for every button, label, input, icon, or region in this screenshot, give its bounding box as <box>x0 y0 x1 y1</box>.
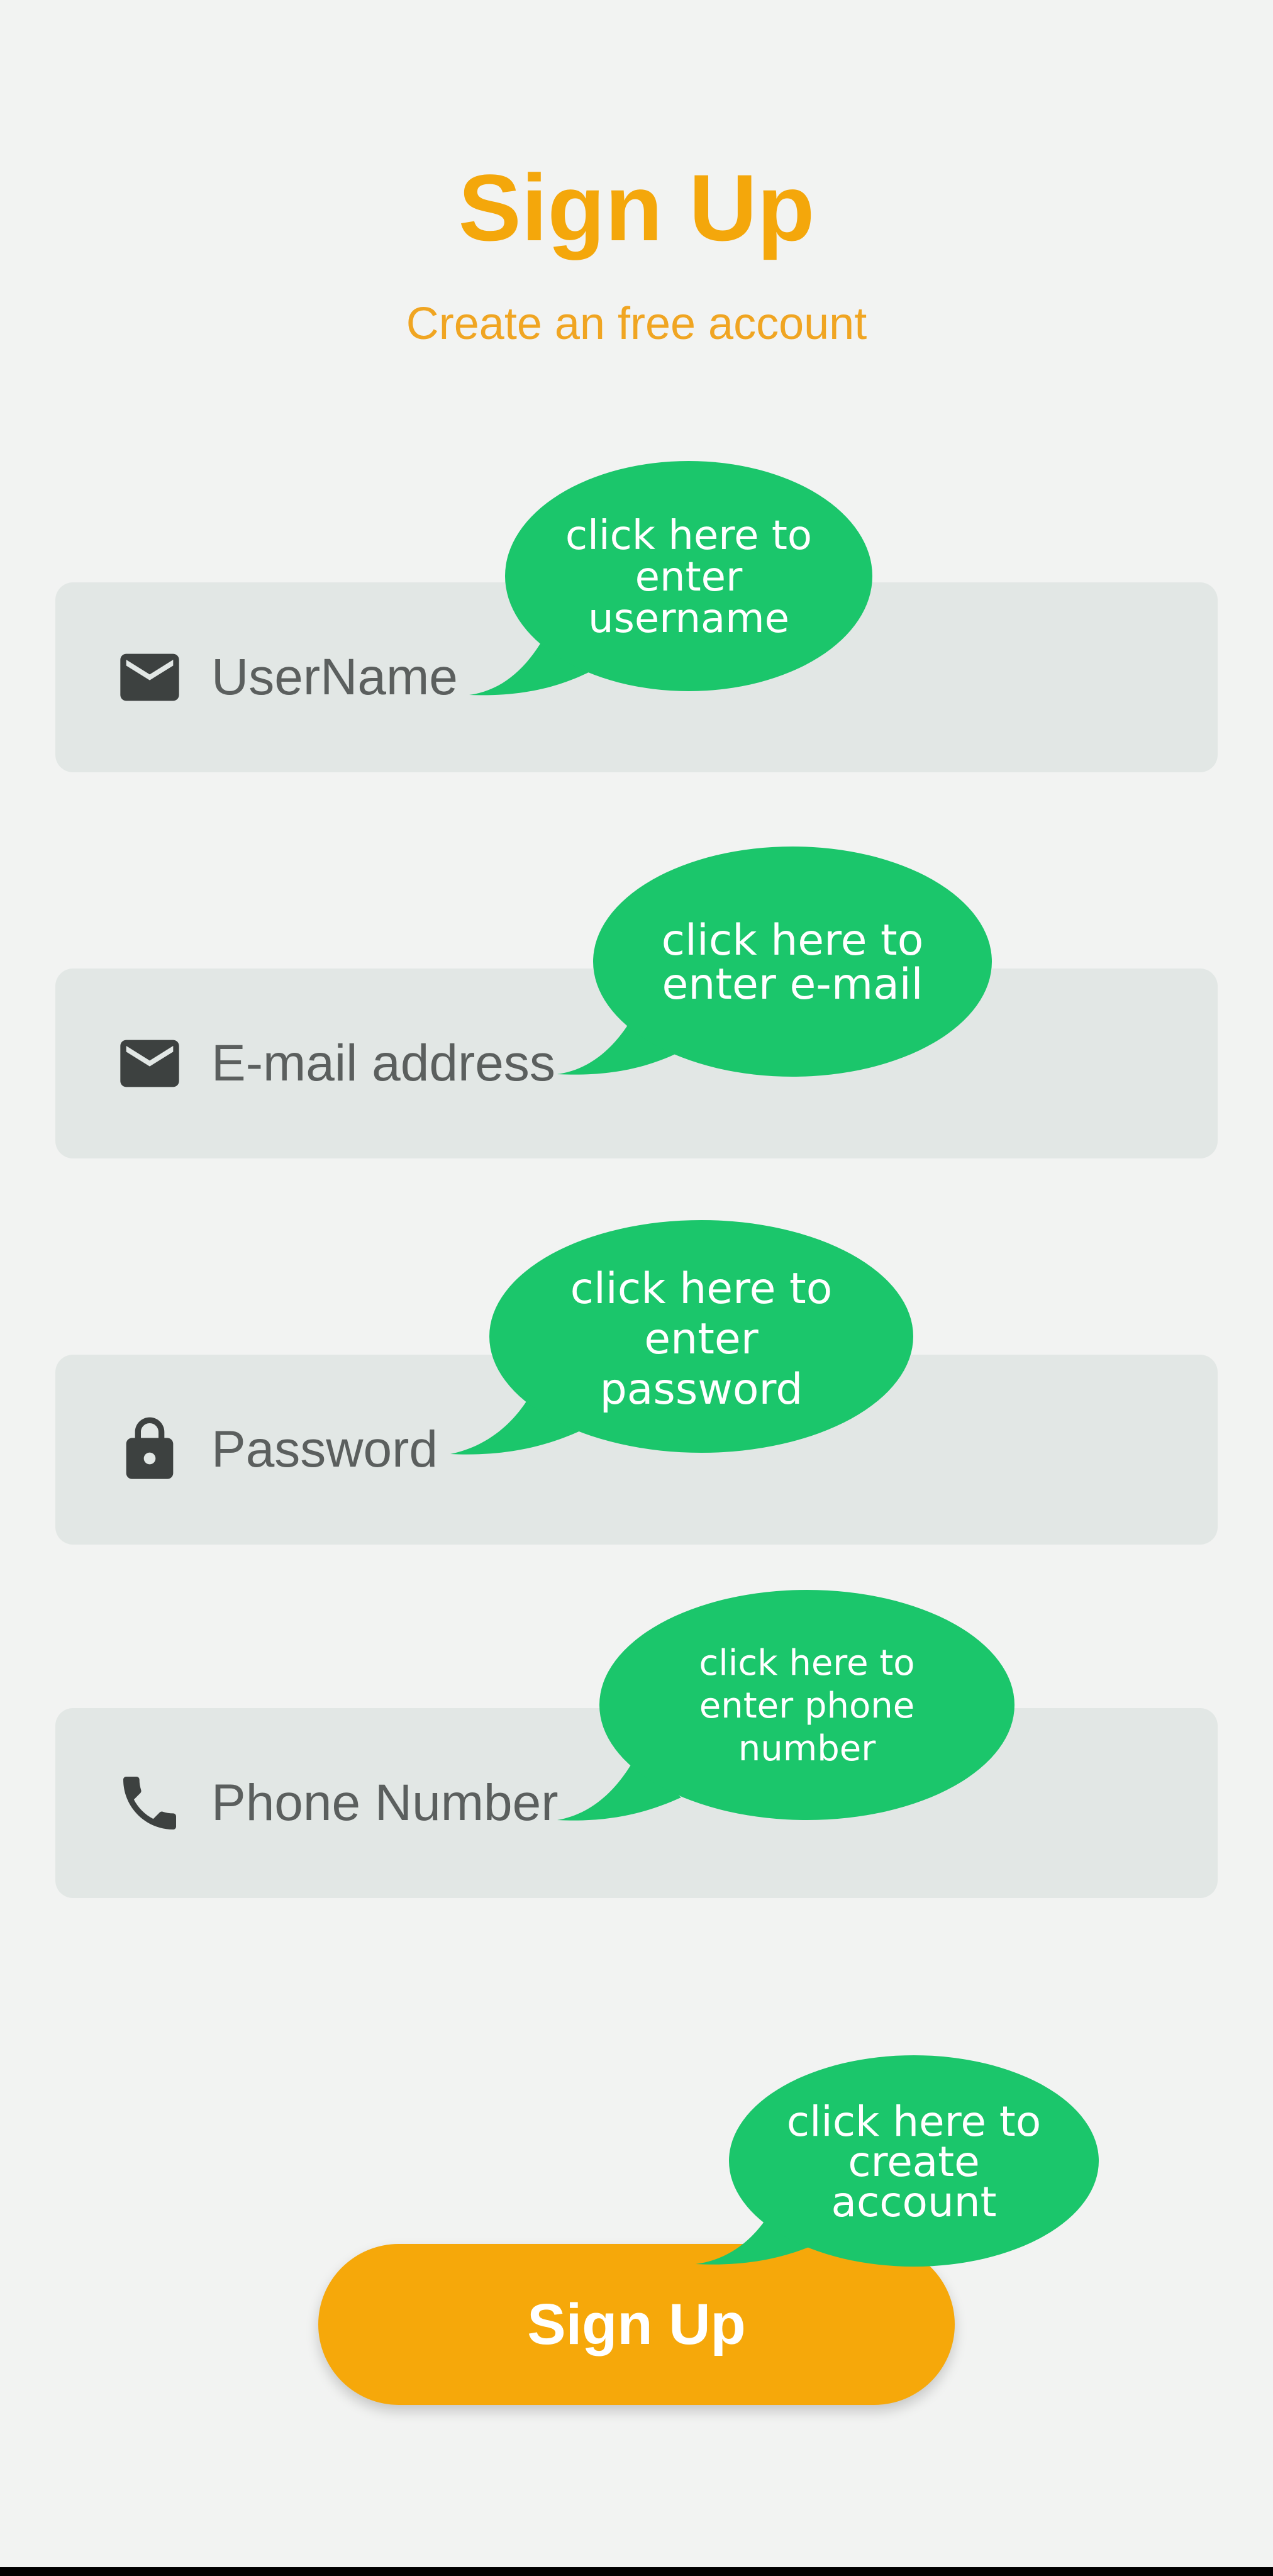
system-nav-bar <box>0 2567 1273 2576</box>
page-title: Sign Up <box>458 155 815 260</box>
password-tooltip: click here to enter password <box>445 1220 917 1459</box>
lock-icon <box>114 1414 185 1485</box>
mail-icon <box>114 1028 185 1099</box>
phone-tooltip: click here to enter phone number <box>552 1590 1018 1825</box>
username-tooltip: click here to enter username <box>464 461 876 699</box>
phone-icon <box>114 1768 185 1838</box>
page-subtitle: Create an free account <box>406 299 867 349</box>
mail-icon <box>114 642 185 713</box>
email-tooltip: click here to enter e-mail <box>552 847 995 1079</box>
sign-up-tooltip: click here to create account <box>691 2055 1103 2269</box>
